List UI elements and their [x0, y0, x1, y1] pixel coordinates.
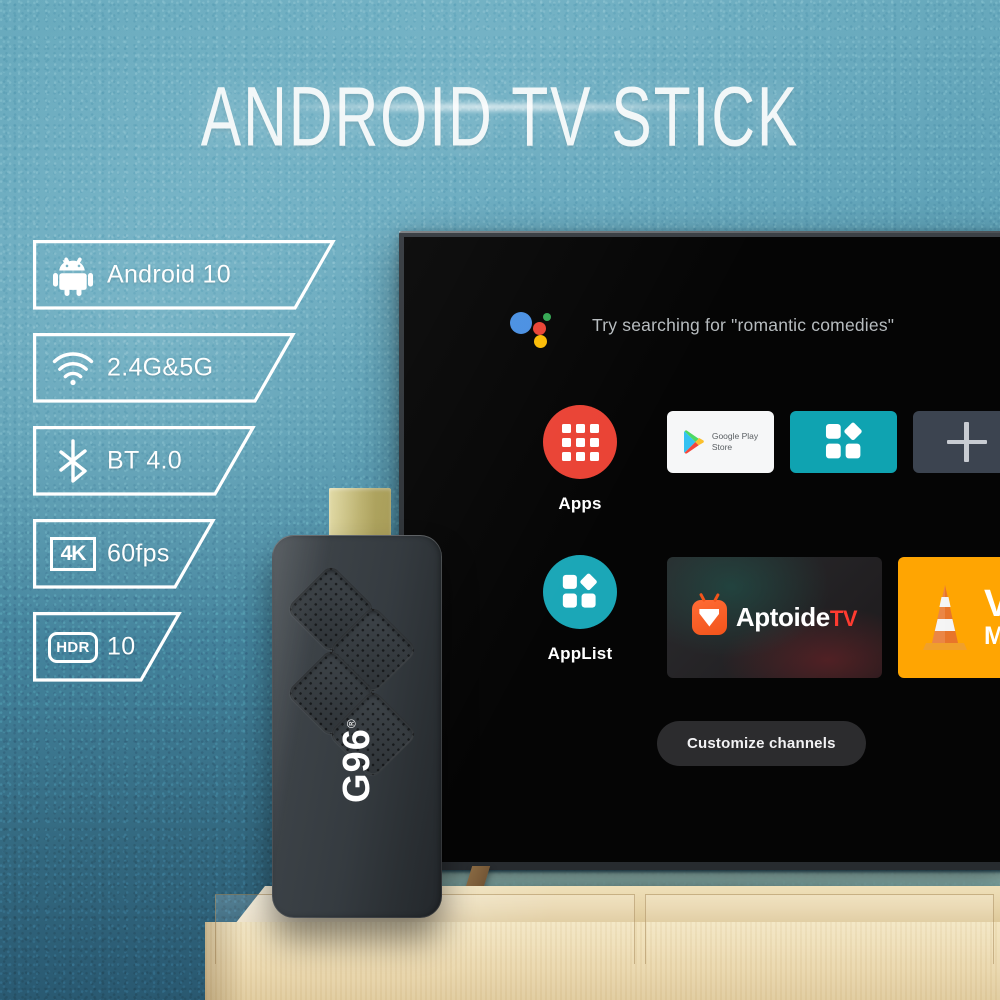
bluetooth-icon [47, 436, 99, 486]
badge-label: Android 10 [107, 260, 231, 289]
feature-badge-4k: 4K 60fps [33, 519, 216, 589]
applist-glyph [562, 572, 598, 609]
badge-label: BT 4.0 [107, 446, 182, 475]
vlc-title: VLC [984, 583, 1000, 626]
feature-badge-android: Android 10 [33, 240, 336, 310]
hdr-icon: HDR [47, 622, 99, 672]
apps-grid-icon [543, 405, 617, 479]
plus-icon-vertical [964, 422, 969, 462]
google-play-label: Google Play Store [712, 431, 758, 452]
vlc-wordmark: VLC Media [984, 585, 1000, 649]
badge-label: 10 [107, 632, 136, 661]
assistant-dot-yellow [534, 335, 547, 348]
4k-glyph-text: 4K [50, 537, 96, 571]
tv-cabinet [0, 886, 1000, 1000]
product-marketing-image: ANDROID TV STICK Android 10 2.4G&5G BT 4… [0, 0, 1000, 1000]
google-play-icon [683, 430, 704, 454]
vlc-cone-icon [923, 584, 967, 650]
aptoide-name: Aptoide [735, 602, 830, 632]
aptoide-tv-card[interactable]: AptoideTV [667, 557, 882, 678]
play-label-line2: Store [711, 442, 733, 452]
applist-caption: AppList [547, 644, 613, 663]
vlc-subtitle: Media [984, 622, 1000, 651]
add-channel-tile-card[interactable] [913, 411, 1000, 473]
applist-row: AppList AptoideTV V M [504, 555, 1000, 678]
apps-card-strip: Google Play Store [667, 411, 1000, 473]
feature-badge-wifi: 2.4G&5G [33, 333, 296, 403]
apps-caption: Apps [558, 494, 602, 513]
feature-badge-hdr: HDR 10 [33, 612, 182, 682]
assistant-dot-red [533, 322, 546, 335]
assistant-dot-green [543, 313, 551, 321]
cabinet-drawer-right[interactable] [645, 894, 994, 964]
assistant-search-row[interactable]: Try searching for "romantic comedies" [510, 305, 895, 348]
device-edge-highlight [272, 535, 442, 918]
tv-bezel-highlight [399, 231, 1000, 233]
tv-screen: Try searching for "romantic comedies" Ap… [404, 237, 1000, 862]
hdr-glyph-text: HDR [48, 631, 98, 663]
cabinet-left-shading [205, 922, 245, 1000]
customize-channels-button[interactable]: Customize channels [657, 721, 866, 766]
applist-circle-icon [543, 555, 617, 629]
android-tv-stick-device: G96® [268, 488, 454, 918]
wifi-icon [47, 343, 99, 393]
badge-label: 2.4G&5G [107, 353, 214, 382]
apps-launcher[interactable]: Apps [504, 405, 656, 514]
applist-launcher[interactable]: AppList [504, 555, 656, 664]
badge-label: 60fps [107, 539, 170, 568]
headline-text: ANDROID TV STICK [200, 68, 800, 164]
google-assistant-icon [510, 305, 556, 348]
applist-tile-card[interactable] [790, 411, 897, 473]
applist-icon [825, 421, 863, 460]
assistant-prompt-text: Try searching for "romantic comedies" [592, 314, 895, 335]
apps-row: Apps Google Play Store [504, 405, 1000, 514]
device-body: G96® [272, 535, 442, 918]
feature-badge-bluetooth: BT 4.0 [33, 426, 256, 496]
television: Try searching for "romantic comedies" Ap… [399, 231, 1000, 870]
assistant-dot-blue [510, 312, 532, 334]
resolution-4k-icon: 4K [47, 529, 99, 579]
grid-glyph [561, 423, 599, 461]
headline-glow-line [155, 100, 845, 114]
aptoide-wordmark: AptoideTV [735, 602, 858, 633]
vlc-media-player-card[interactable]: VLC Media [898, 557, 1000, 678]
aptoide-v-glyph [699, 608, 720, 627]
aptoide-logo-icon [691, 600, 727, 635]
android-robot-icon [47, 250, 99, 300]
applist-card-strip: AptoideTV VLC Media [667, 557, 1000, 678]
aptoide-tv-suffix: TV [829, 606, 858, 631]
google-play-store-card[interactable]: Google Play Store [667, 411, 774, 473]
play-label-line1: Google Play [711, 431, 759, 442]
